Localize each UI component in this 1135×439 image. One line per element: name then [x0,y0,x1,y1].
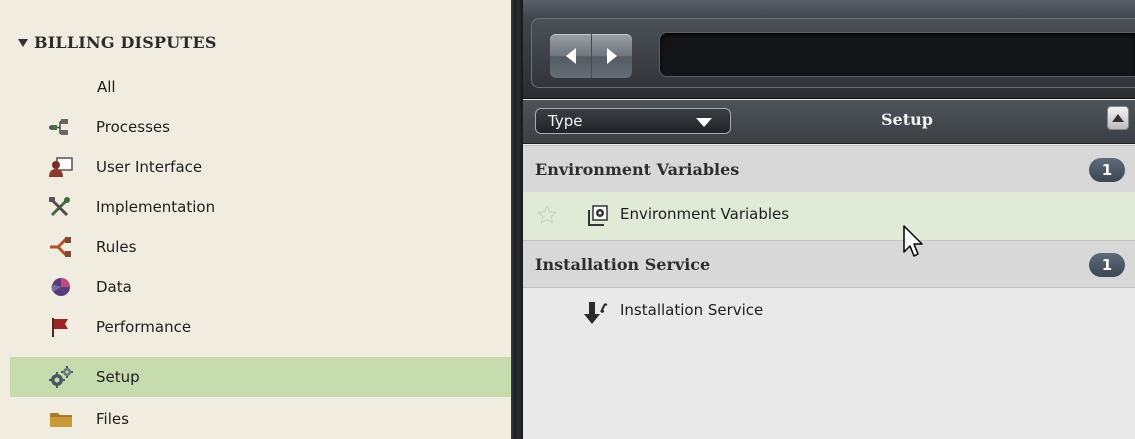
sidebar-item-label: Data [96,278,132,296]
list-item-label: Installation Service [620,301,764,319]
sidebar-item-rules[interactable]: Rules [10,227,511,267]
folder-icon [48,408,74,430]
gears-icon [48,366,74,388]
sidebar-item-label: Implementation [96,198,216,216]
sidebar-item-label: Files [96,410,129,428]
list-item-environment-variables[interactable]: Environment Variables [523,192,1135,240]
flag-icon [48,316,74,338]
scroll-up-button[interactable] [1107,106,1129,130]
content-pane: Type Setup Environment Variables 1 Envir… [523,0,1135,439]
sidebar-item-user-interface[interactable]: User Interface [10,147,511,187]
address-bar[interactable] [659,32,1135,77]
sidebar-item-label: Performance [96,318,192,336]
forward-arrow-icon [607,48,617,64]
history-nav-group [550,34,632,78]
group-header-environment-variables[interactable]: Environment Variables 1 [523,145,1135,193]
arrow-up-icon [1112,114,1124,122]
sidebar-item-files[interactable]: Files [10,399,511,439]
group-title: Installation Service [535,255,711,274]
sidebar-item-implementation[interactable]: Implementation [10,187,511,227]
sidebar-item-data[interactable]: Data [10,267,511,307]
favorite-star-icon[interactable] [536,204,558,229]
type-filter-dropdown[interactable]: Type [535,108,731,134]
sidebar-item-all[interactable]: All [10,67,511,107]
sidebar-item-performance[interactable]: Performance [10,307,511,347]
sidebar-item-processes[interactable]: Processes [10,107,511,147]
process-flow-icon [48,116,74,138]
navigation-sidebar: BILLING DISPUTES All Processes User Inte… [0,0,511,439]
back-button[interactable] [550,34,591,78]
forward-button[interactable] [591,34,632,78]
sidebar-item-label: Processes [96,118,170,136]
group-header-installation-service[interactable]: Installation Service 1 [523,240,1135,288]
sidebar-item-label: Rules [96,238,137,256]
navigation-toolbar [523,0,1135,99]
chevron-down-icon [696,118,712,127]
sidebar-header-label: BILLING DISPUTES [34,33,217,52]
collapse-triangle-icon [18,38,28,47]
tools-icon [48,196,74,218]
rules-icon [48,236,74,258]
sidebar-item-label: User Interface [96,158,203,176]
sidebar-item-label: All [97,78,116,96]
type-filter-label: Type [548,112,583,130]
user-interface-icon [48,156,74,178]
list-column-header: Type Setup [523,100,1135,144]
data-icon [48,276,74,298]
back-arrow-icon [565,48,576,64]
sidebar-item-label: Setup [96,368,140,386]
installation-service-icon [581,300,611,330]
column-title: Setup [881,110,933,129]
sidebar-item-setup[interactable]: Setup [10,357,511,397]
environment-variables-icon [585,204,609,232]
list-item-label: Environment Variables [620,205,790,223]
pane-divider[interactable] [511,0,523,439]
count-badge: 1 [1089,253,1125,277]
billing-disputes-header[interactable]: BILLING DISPUTES [18,33,217,52]
group-title: Environment Variables [535,160,740,179]
list-item-installation-service[interactable]: Installation Service [523,288,1135,336]
count-badge: 1 [1089,158,1125,182]
